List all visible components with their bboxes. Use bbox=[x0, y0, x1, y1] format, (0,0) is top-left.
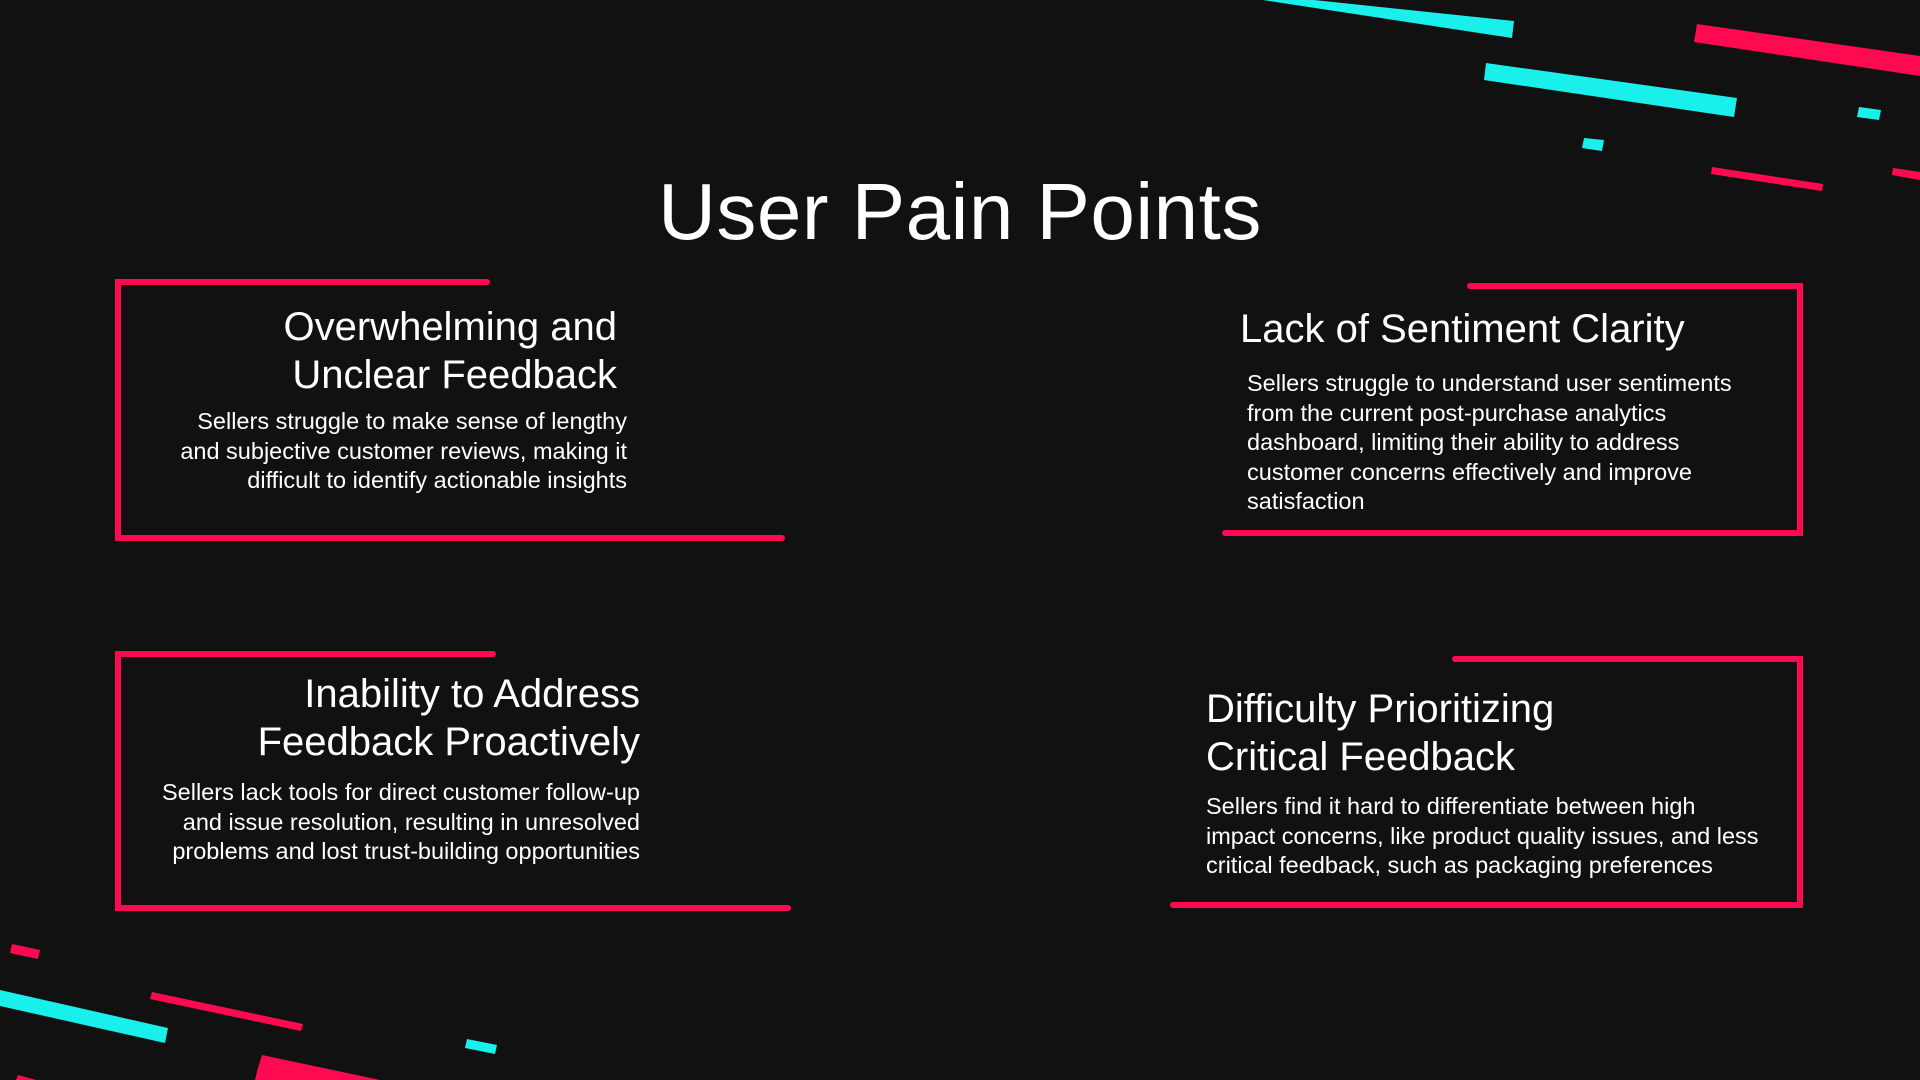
cyan-stripe bbox=[1484, 63, 1737, 117]
bottom-left-stripes bbox=[0, 944, 497, 1080]
red-stripe bbox=[10, 944, 40, 959]
card-title: Overwhelming and Unclear Feedback bbox=[283, 305, 618, 397]
decorative-stripes bbox=[0, 0, 1920, 1080]
slide: User Pain Points Overwhelming and Unclea… bbox=[0, 0, 1920, 1080]
card-description: Sellers struggle to understand user sent… bbox=[1247, 370, 1732, 514]
card-title: Inability to Address Feedback Proactivel… bbox=[257, 672, 640, 764]
card-description: Sellers lack tools for direct customer f… bbox=[161, 779, 640, 864]
card-title: Lack of Sentiment Clarity bbox=[1240, 307, 1685, 351]
cyan-stripe bbox=[1263, 0, 1514, 38]
red-stripe bbox=[255, 1055, 380, 1080]
cyan-stripe bbox=[0, 990, 168, 1043]
slide-title: User Pain Points bbox=[658, 166, 1262, 256]
top-right-stripes bbox=[1263, 0, 1920, 191]
red-stripe bbox=[16, 1075, 36, 1080]
card-description: Sellers struggle to make sense of length… bbox=[180, 408, 627, 493]
cyan-stripe bbox=[465, 1039, 497, 1054]
red-stripe bbox=[150, 992, 303, 1031]
cyan-stripe bbox=[1857, 107, 1881, 120]
card-description: Sellers find it hard to differentiate be… bbox=[1206, 793, 1759, 878]
cyan-stripe bbox=[1582, 138, 1604, 151]
red-stripe bbox=[1694, 24, 1920, 76]
card-title: Difficulty Prioritizing Critical Feedbac… bbox=[1206, 687, 1555, 779]
